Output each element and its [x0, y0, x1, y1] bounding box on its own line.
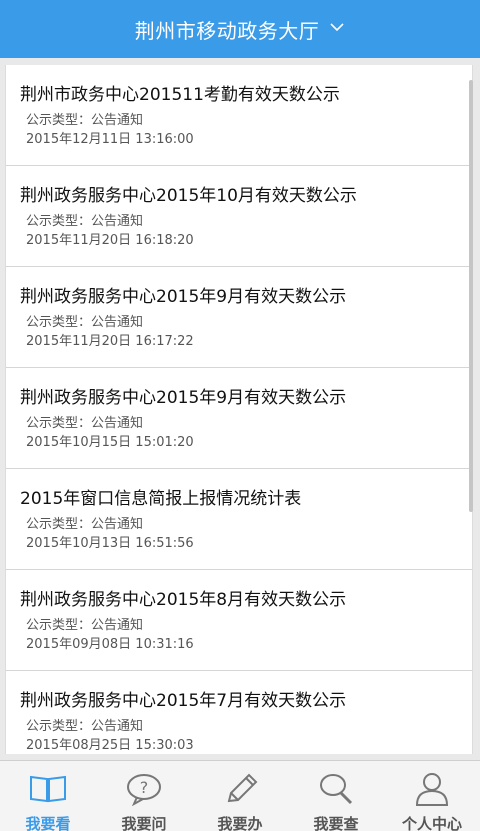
list-item[interactable]: 荆州市政务中心201511考勤有效天数公示 公示类型：公告通知 2015年12月… [6, 65, 472, 166]
list-item[interactable]: 荆州政务服务中心2015年8月有效天数公示 公示类型：公告通知 2015年09月… [6, 570, 472, 671]
notice-type: 公示类型：公告通知 [26, 517, 144, 532]
notice-title: 荆州政务服务中心2015年10月有效天数公示 [20, 186, 357, 206]
notice-date: 2015年10月15日 15:01:20 [26, 435, 194, 450]
notice-title: 荆州政务服务中心2015年9月有效天数公示 [20, 287, 347, 307]
list-item[interactable]: 荆州政务服务中心2015年9月有效天数公示 公示类型：公告通知 2015年10月… [6, 368, 472, 469]
header-title[interactable]: 荆州市移动政务大厅 [135, 15, 320, 44]
notice-date: 2015年11月20日 16:17:22 [26, 334, 194, 349]
notice-title: 荆州政务服务中心2015年8月有效天数公示 [20, 590, 347, 610]
notice-date: 2015年10月13日 16:51:56 [26, 536, 194, 551]
notice-date: 2015年11月20日 16:18:20 [26, 233, 194, 248]
notice-title: 荆州政务服务中心2015年7月有效天数公示 [20, 691, 347, 711]
tab-label: 个人中心 [401, 815, 462, 831]
chevron-down-icon[interactable] [319, 19, 345, 39]
notice-date: 2015年12月11日 13:16:00 [26, 132, 194, 147]
svg-text:?: ? [140, 778, 149, 797]
tab-label: 我要问 [121, 815, 167, 831]
book-icon [27, 771, 69, 811]
list-item[interactable]: 2015年窗口信息简报上报情况统计表 公示类型：公告通知 2015年10月13日… [6, 469, 472, 570]
list-scrollbar[interactable] [469, 80, 473, 512]
notice-type: 公示类型：公告通知 [26, 315, 144, 330]
bottom-tab-bar: 我要看 ? 我要问 我要办 我要查 个人中心 [0, 760, 480, 831]
notice-type: 公示类型：公告通知 [26, 719, 144, 734]
notice-title: 荆州政务服务中心2015年9月有效天数公示 [20, 388, 347, 408]
notice-type: 公示类型：公告通知 [26, 214, 144, 229]
notice-type: 公示类型：公告通知 [26, 113, 144, 128]
notice-list[interactable]: 荆州市政务中心201511考勤有效天数公示 公示类型：公告通知 2015年12月… [5, 65, 473, 754]
notice-date: 2015年08月25日 15:30:03 [26, 738, 194, 753]
tab-search[interactable]: 我要查 [288, 761, 384, 831]
pencil-icon [219, 771, 261, 811]
question-bubble-icon: ? [123, 771, 165, 811]
list-item[interactable]: 荆州政务服务中心2015年9月有效天数公示 公示类型：公告通知 2015年11月… [6, 267, 472, 368]
notice-title: 2015年窗口信息简报上报情况统计表 [20, 489, 302, 509]
notice-title: 荆州市政务中心201511考勤有效天数公示 [20, 85, 340, 105]
list-item[interactable]: 荆州政务服务中心2015年7月有效天数公示 公示类型：公告通知 2015年08月… [6, 671, 472, 754]
list-item[interactable]: 荆州政务服务中心2015年10月有效天数公示 公示类型：公告通知 2015年11… [6, 166, 472, 267]
notice-type: 公示类型：公告通知 [26, 416, 144, 431]
tab-ask[interactable]: ? 我要问 [96, 761, 192, 831]
tab-handle[interactable]: 我要办 [192, 761, 288, 831]
magnifier-icon [315, 771, 357, 811]
app-header: 荆州市移动政务大厅 [0, 0, 480, 58]
person-icon [411, 771, 453, 811]
notice-date: 2015年09月08日 10:31:16 [26, 637, 194, 652]
tab-label: 我要看 [25, 815, 71, 831]
tab-label: 我要查 [313, 815, 359, 831]
tab-profile[interactable]: 个人中心 [384, 761, 480, 831]
notice-type: 公示类型：公告通知 [26, 618, 144, 633]
tab-label: 我要办 [217, 815, 263, 831]
tab-look[interactable]: 我要看 [0, 761, 96, 831]
